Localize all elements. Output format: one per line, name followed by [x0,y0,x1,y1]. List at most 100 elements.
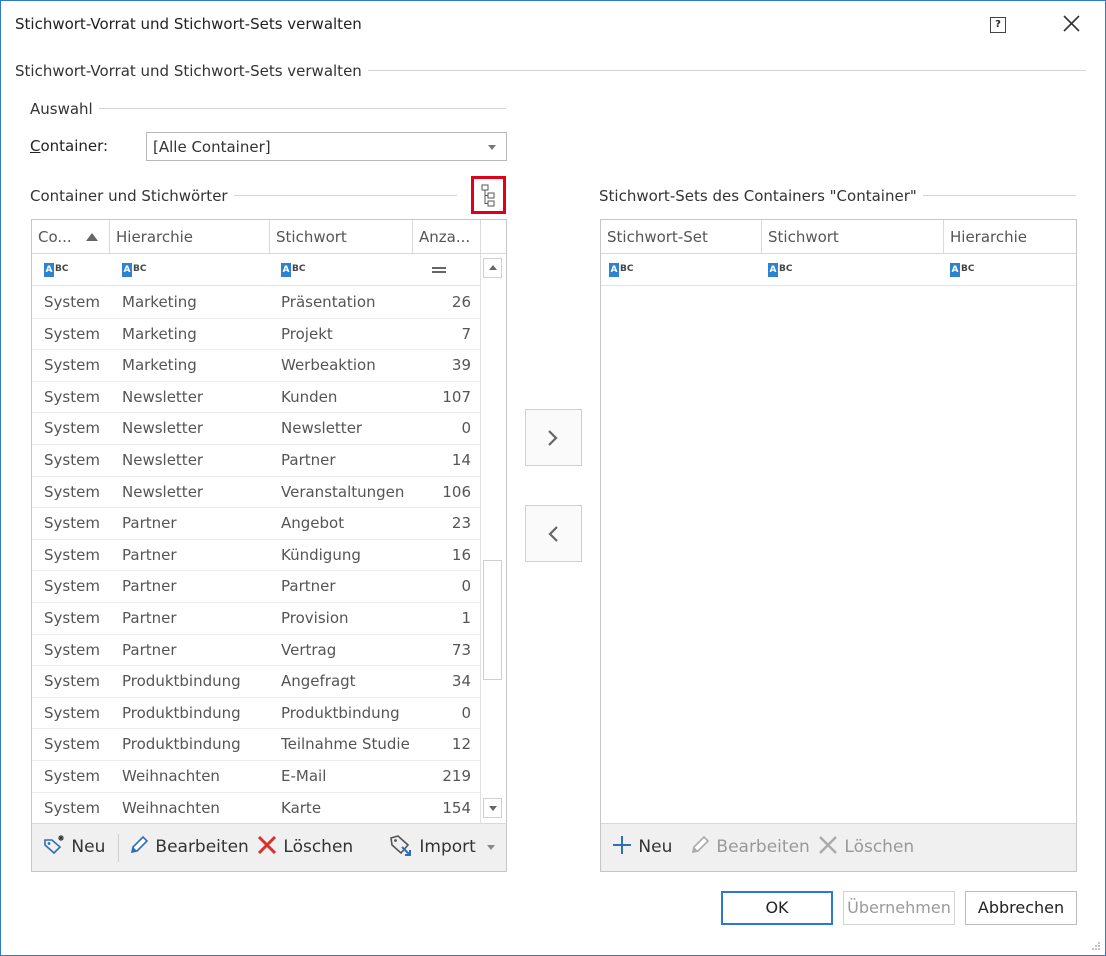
bearbeiten-keyword-button[interactable]: Bearbeiten [128,824,249,870]
scroll-down-button[interactable] [483,798,502,818]
table-row[interactable]: System Marketing Werbeaktion 39 [32,350,480,382]
cell-anzahl: 39 [451,356,471,375]
container-select-value: [Alle Container] [153,138,271,156]
move-left-button[interactable] [525,505,582,562]
column-header-anzahl[interactable]: Anza... [413,220,481,254]
cell-hierarchie: Newsletter [122,387,204,406]
ok-button[interactable]: OK [721,891,833,925]
column-header-hierarchie[interactable]: Hierarchie [944,220,1076,254]
neu-set-button[interactable]: Neu [611,824,672,870]
column-header-stichwort[interactable]: Stichwort [270,220,413,254]
cell-container: System [44,577,100,596]
table-row[interactable]: System Marketing Projekt 7 [32,319,480,351]
table-row[interactable]: System Partner Partner 0 [32,571,480,603]
cell-container: System [44,451,100,469]
column-header-hierarchie[interactable]: Hierarchie [110,220,270,254]
title-bar: Stichwort-Vorrat und Stichwort-Sets verw… [1,1,1105,49]
filter-row[interactable]: A BC A BC A BC [32,254,480,286]
filter-row[interactable]: A BC A BC A BC [601,254,1076,286]
table-row[interactable]: System Weihnachten Karte 154 [32,793,480,825]
abc-a: A [44,263,54,277]
cell-anzahl: 0 [461,577,471,596]
table-row[interactable]: System Newsletter Kunden 107 [32,382,480,414]
delete-x-icon [257,835,277,855]
table-row[interactable]: System Weihnachten E-Mail 219 [32,761,480,793]
abc-a: A [122,263,132,277]
loeschen-keyword-button[interactable]: Löschen [256,824,353,870]
table-row[interactable]: System Partner Provision 1 [32,603,480,635]
neu-label: Neu [71,837,106,857]
scroll-up-button[interactable] [483,258,502,278]
apply-button[interactable]: Übernehmen [843,891,955,925]
table-row[interactable]: System Newsletter Partner 14 [32,445,480,477]
help-button[interactable]: ? [990,17,1006,33]
cell-stichwort: Kündigung [281,545,361,564]
table-row[interactable]: System Partner Vertrag 73 [32,635,480,667]
keyword-grid: Co... Hierarchie Stichwort Anza... A BC A… [31,219,507,872]
window-title: Stichwort-Vorrat und Stichwort-Sets verw… [15,15,362,33]
move-right-button[interactable] [525,409,582,466]
cell-container: System [44,703,100,722]
cell-anzahl: 23 [451,514,471,533]
column-header-container[interactable]: Co... [32,220,110,254]
chevron-down-icon[interactable] [488,145,496,150]
table-row[interactable]: System Produktbindung Angefragt 34 [32,666,480,698]
bearbeiten-label: Bearbeiten [155,837,249,857]
chevron-right-icon [548,430,558,446]
loeschen-set-button[interactable]: Löschen [817,824,914,870]
abc-a: A [768,263,778,277]
cell-anzahl: 106 [442,482,471,501]
cell-anzahl: 14 [451,451,471,469]
cell-container: System [44,419,100,438]
cell-anzahl: 16 [451,545,471,564]
cancel-button[interactable]: Abbrechen [965,891,1077,925]
new-keyword-icon [44,835,64,855]
dialog-window: Stichwort-Vorrat und Stichwort-Sets verw… [0,0,1106,956]
cell-container: System [44,514,100,533]
cell-hierarchie: Partner [122,514,177,533]
table-row[interactable]: System Partner Kündigung 16 [32,540,480,572]
abc-bc: BC [779,264,793,274]
cell-stichwort: Newsletter [281,419,363,438]
table-row[interactable]: System Produktbindung Teilnahme Studie 12 [32,729,480,761]
table-row[interactable]: System Partner Angebot 23 [32,508,480,540]
table-row[interactable]: System Newsletter Veranstaltungen 106 [32,477,480,509]
cell-stichwort: Partner [281,451,336,469]
chevron-left-icon [548,526,558,542]
table-row[interactable]: System Newsletter Newsletter 0 [32,413,480,445]
resize-grip-icon[interactable] [1091,941,1101,951]
keyword-set-grid: Stichwort-Set Stichwort Hierarchie A BC A… [600,219,1077,872]
import-button[interactable]: Import [388,824,476,870]
toolbar-separator [118,834,119,862]
auswahl-group-line [30,108,506,109]
table-row[interactable]: System Marketing Präsentation 26 [32,287,480,319]
column-header-stichwort[interactable]: Stichwort [762,220,944,254]
cell-stichwort: Partner [281,577,336,596]
scroll-thumb[interactable] [483,560,502,680]
cell-anzahl: 12 [451,735,471,754]
abc-a: A [609,263,619,277]
table-row[interactable]: System Produktbindung Produktbindung 0 [32,698,480,730]
container-label-rest: ontainer: [40,137,109,155]
equals-filter-icon[interactable] [432,267,446,273]
tree-view-button[interactable] [471,176,506,214]
keyword-grid-header: Co... Hierarchie Stichwort Anza... [32,220,506,254]
bearbeiten-set-button[interactable]: Bearbeiten [689,824,810,870]
close-icon[interactable] [1059,11,1085,37]
cell-hierarchie: Partner [122,545,177,564]
import-dropdown-chevron-icon[interactable] [487,845,495,850]
keyword-set-grid-header: Stichwort-Set Stichwort Hierarchie [601,220,1076,254]
tree-view-icon [481,184,495,207]
auswahl-group-title: Auswahl [30,100,99,118]
cell-stichwort: Projekt [281,324,333,343]
main-group-title: Stichwort-Vorrat und Stichwort-Sets verw… [15,62,368,80]
vertical-scrollbar[interactable] [480,254,506,823]
cell-container: System [44,735,100,754]
right-toolbar: Neu Bearbeiten Löschen [601,823,1076,871]
cell-container: System [44,672,100,691]
column-header-stichwort-set[interactable]: Stichwort-Set [601,220,762,254]
cell-stichwort: Präsentation [281,293,376,311]
neu-keyword-button[interactable]: Neu [42,824,105,870]
container-select[interactable]: [Alle Container] [146,132,507,161]
abc-bc: BC [961,264,975,274]
